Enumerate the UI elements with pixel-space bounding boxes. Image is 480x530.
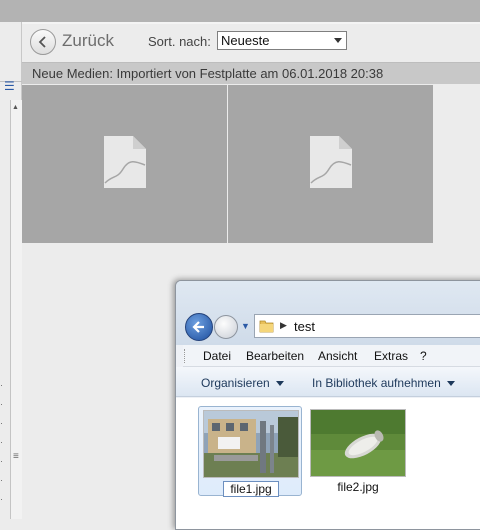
back-button[interactable] [30, 29, 56, 55]
explorer-window[interactable]: ▼ ▶ test Datei Bearbeiten Ansicht Extras… [175, 280, 480, 530]
import-info-bar: Neue Medien: Importiert von Festplatte a… [22, 62, 480, 84]
media-thumbnail-1[interactable] [22, 85, 227, 243]
address-path: test [294, 319, 315, 334]
file-item[interactable]: file1.jpg [198, 406, 302, 497]
file-name[interactable]: file2.jpg [306, 480, 410, 494]
explorer-menu-bar: Datei Bearbeiten Ansicht Extras ? [183, 345, 480, 367]
sort-label: Sort. nach: [148, 34, 211, 49]
scroll-up-arrow-icon[interactable]: ▲ [12, 104, 20, 116]
panel-dots: · · · · · · · [0, 380, 3, 504]
menu-ansicht[interactable]: Ansicht [318, 349, 357, 363]
history-dropdown-icon[interactable]: ▼ [241, 321, 250, 331]
explorer-command-bar: Organisieren In Bibliothek aufnehmen [176, 367, 480, 397]
file-list: file1.jpg file2.jpg [176, 398, 480, 529]
file-placeholder-icon [104, 136, 146, 188]
menu-extras[interactable]: Extras [374, 349, 408, 363]
folder-icon [259, 320, 274, 333]
dropdown-arrow-icon [446, 381, 455, 387]
menu-bearbeiten[interactable]: Bearbeiten [246, 349, 304, 363]
menu-datei[interactable]: Datei [203, 349, 231, 363]
window-top-bar [0, 0, 480, 22]
sort-dropdown[interactable]: Neueste [217, 31, 347, 50]
image-thumbnail [203, 410, 299, 478]
menu-grip [184, 349, 186, 363]
file-item[interactable]: file2.jpg [306, 406, 410, 496]
file-placeholder-icon [310, 136, 352, 188]
import-info-text: Neue Medien: Importiert von Festplatte a… [32, 66, 384, 81]
image-thumbnail [310, 409, 406, 477]
include-in-library-label: In Bibliothek aufnehmen [312, 376, 441, 390]
arrow-left-icon [192, 321, 204, 333]
sort-value: Neueste [221, 33, 270, 48]
explorer-forward-button[interactable] [214, 315, 238, 339]
file-name[interactable]: file1.jpg [223, 481, 279, 497]
explorer-back-button[interactable] [185, 313, 213, 341]
resize-grip-icon[interactable]: ≡ [13, 451, 19, 462]
back-label[interactable]: Zurück [62, 31, 114, 51]
dropdown-arrow-icon [334, 38, 342, 43]
media-thumbnail-2[interactable] [228, 85, 433, 243]
toolbar: Zurück Sort. nach: Neueste [22, 24, 480, 60]
include-in-library-button[interactable]: In Bibliothek aufnehmen [312, 376, 455, 390]
organize-button[interactable]: Organisieren [201, 376, 284, 390]
organize-label: Organisieren [201, 376, 270, 390]
dropdown-arrow-icon [275, 381, 284, 387]
menu-help[interactable]: ? [420, 349, 427, 363]
panel-menu-icon[interactable]: ☰ [4, 80, 16, 92]
address-bar[interactable]: ▶ test [254, 314, 480, 338]
chevron-left-icon [38, 36, 46, 48]
breadcrumb-arrow-icon[interactable]: ▶ [280, 320, 287, 331]
